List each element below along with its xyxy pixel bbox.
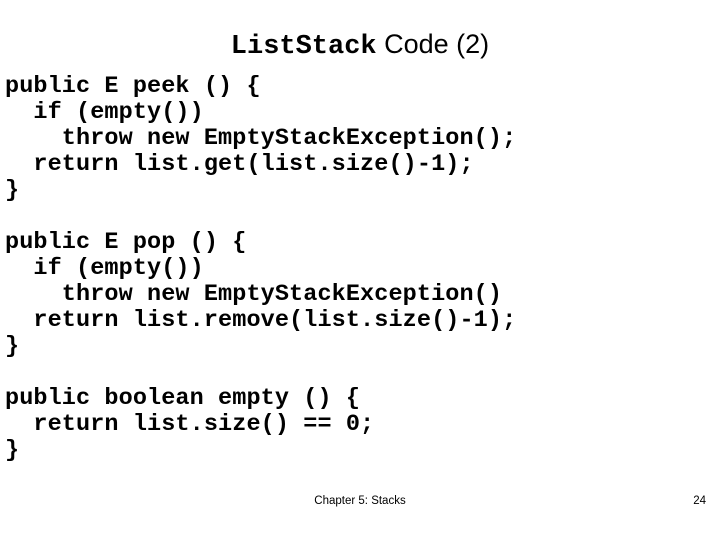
page-title-class-name: ListStack: [230, 32, 377, 62]
code-line: }: [5, 177, 20, 204]
code-line: }: [5, 333, 20, 360]
page-title: ListStack Code (2): [0, 29, 720, 63]
code-block: public E peek () { if (empty()) throw ne…: [5, 74, 705, 464]
code-line: public E peek () {: [5, 73, 261, 100]
code-line: }: [5, 437, 20, 464]
code-line: return list.size() == 0;: [5, 411, 375, 438]
slide-canvas: ListStack Code (2) public E peek () { if…: [0, 0, 720, 540]
code-line: return list.remove(list.size()-1);: [5, 307, 517, 334]
code-line: return list.get(list.size()-1);: [5, 151, 474, 178]
code-line: throw new EmptyStackException();: [5, 125, 517, 152]
footer-page-number: 24: [693, 495, 706, 507]
code-line: if (empty()): [5, 255, 204, 282]
page-title-suffix: Code (2): [376, 29, 490, 59]
code-line: public boolean empty () {: [5, 385, 361, 412]
footer-chapter-label: Chapter 5: Stacks: [314, 495, 406, 507]
code-line: if (empty()): [5, 99, 204, 126]
code-line: throw new EmptyStackException(): [5, 281, 503, 308]
code-line: public E pop () {: [5, 229, 247, 256]
